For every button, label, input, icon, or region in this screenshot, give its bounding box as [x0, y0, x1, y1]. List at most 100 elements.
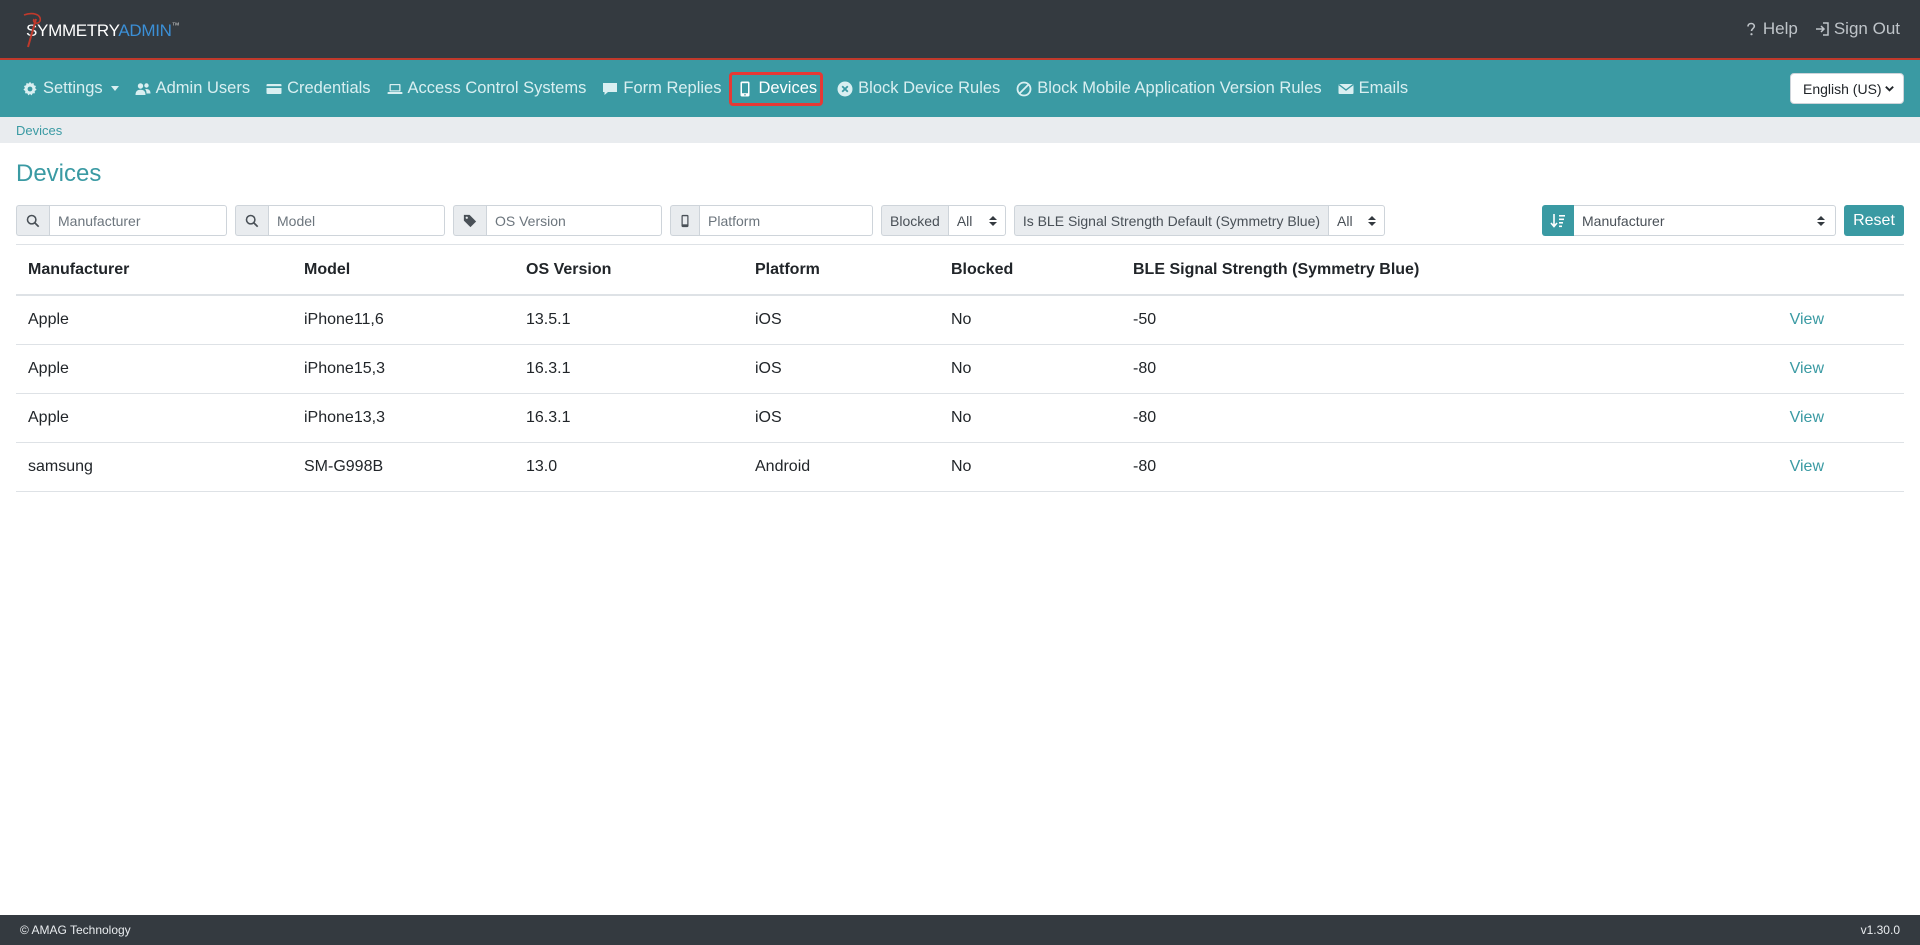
blocked-value: All — [956, 212, 973, 229]
view-link[interactable]: View — [1790, 409, 1824, 426]
nav-items: Settings Admin Users Credentials Access … — [22, 60, 1424, 117]
nav-label-block-device-rules: Block Device Rules — [858, 79, 1001, 97]
nav-item-admin-users[interactable]: Admin Users — [135, 72, 250, 106]
nav-label-access-control-systems: Access Control Systems — [407, 79, 587, 97]
view-link[interactable]: View — [1790, 360, 1824, 377]
nav-label-credentials: Credentials — [287, 79, 371, 97]
top-header: SYMMETRYADMIN™ Help Sign Out — [0, 0, 1920, 60]
model-search-addon — [235, 205, 268, 236]
cell-blocked: No — [939, 295, 1121, 345]
view-link[interactable]: View — [1790, 311, 1824, 328]
sign-out-label: Sign Out — [1833, 19, 1900, 38]
nav-item-form-replies[interactable]: Form Replies — [602, 72, 721, 106]
cell-platform: iOS — [743, 393, 939, 443]
footer-copyright: © AMAG Technology — [20, 923, 131, 937]
col-header-manufacturer[interactable]: Manufacturer — [16, 245, 292, 296]
nav-label-devices: Devices — [758, 79, 818, 97]
nav-label-emails: Emails — [1358, 79, 1409, 97]
nav-item-emails[interactable]: Emails — [1338, 72, 1409, 106]
table-row: Apple iPhone15,3 16.3.1 iOS No -80 View — [16, 344, 1904, 394]
nav-item-devices[interactable]: Devices — [729, 71, 824, 106]
cell-os-version: 13.5.1 — [514, 295, 743, 345]
platform-addon — [670, 205, 699, 236]
sort-direction-button[interactable] — [1542, 205, 1574, 236]
sort-field-select[interactable]: Manufacturer — [1574, 205, 1836, 236]
cell-ble-signal-strength: -80 — [1121, 393, 1764, 443]
tag-icon — [463, 214, 477, 227]
os-version-filter — [453, 205, 662, 236]
nav-item-access-control-systems[interactable]: Access Control Systems — [387, 72, 587, 106]
symmetry-admin-logo[interactable]: SYMMETRYADMIN™ — [20, 9, 180, 49]
ble-default-value: All — [1337, 212, 1353, 229]
envelope-icon — [1338, 83, 1354, 94]
cell-platform: Android — [743, 442, 939, 492]
sort-field-value: Manufacturer — [1582, 212, 1665, 229]
cell-ble-signal-strength: -80 — [1121, 442, 1764, 492]
logo-swoosh-icon — [23, 12, 42, 48]
cell-manufacturer: samsung — [16, 442, 292, 492]
blocked-select[interactable]: All — [947, 205, 1006, 236]
reset-button[interactable]: Reset — [1844, 205, 1904, 236]
blocked-label: Blocked — [881, 205, 948, 236]
model-input[interactable] — [268, 205, 445, 236]
phone-icon — [681, 214, 689, 227]
col-header-model[interactable]: Model — [292, 245, 514, 296]
sort-descending-icon — [1550, 213, 1565, 228]
help-link[interactable]: Help — [1743, 19, 1798, 39]
cell-blocked: No — [939, 344, 1121, 394]
cell-manufacturer: Apple — [16, 344, 292, 394]
breadcrumb-devices[interactable]: Devices — [16, 123, 62, 138]
top-links: Help Sign Out — [1743, 19, 1900, 39]
table-header-row: Manufacturer Model OS Version Platform B… — [16, 245, 1904, 296]
cell-model: iPhone15,3 — [292, 344, 514, 394]
language-value: English (US) — [1803, 80, 1882, 97]
cell-actions: View — [1764, 295, 1904, 345]
col-header-blocked[interactable]: Blocked — [939, 245, 1121, 296]
ble-default-select[interactable]: All — [1328, 205, 1386, 236]
filter-bar: Blocked All Is BLE Signal Strength Defau… — [16, 205, 1904, 236]
breadcrumb: Devices — [0, 117, 1920, 143]
platform-input[interactable] — [699, 205, 873, 236]
logo-tm: ™ — [171, 21, 180, 30]
sort-controls: Manufacturer Reset — [1542, 205, 1904, 236]
table-row: Apple iPhone13,3 16.3.1 iOS No -80 View — [16, 393, 1904, 443]
nav-label-settings: Settings — [43, 79, 103, 97]
nav-label-block-mobile-app-version-rules: Block Mobile Application Version Rules — [1037, 79, 1322, 97]
users-icon — [135, 82, 151, 95]
phone-icon — [740, 81, 750, 96]
cell-ble-signal-strength: -80 — [1121, 344, 1764, 394]
cell-model: iPhone11,6 — [292, 295, 514, 345]
manufacturer-search-addon — [16, 205, 49, 236]
cell-os-version: 16.3.1 — [514, 344, 743, 394]
cell-platform: iOS — [743, 295, 939, 345]
language-select[interactable]: English (US) — [1790, 73, 1904, 104]
nav-item-block-mobile-app-version-rules[interactable]: Block Mobile Application Version Rules — [1016, 72, 1322, 106]
manufacturer-input[interactable] — [49, 205, 227, 236]
nav-item-block-device-rules[interactable]: Block Device Rules — [837, 72, 1000, 106]
help-label: Help — [1762, 19, 1798, 38]
nav-label-form-replies: Form Replies — [623, 79, 722, 97]
col-header-platform[interactable]: Platform — [743, 245, 939, 296]
cell-blocked: No — [939, 442, 1121, 492]
question-icon — [1747, 22, 1755, 36]
col-header-ble-signal-strength[interactable]: BLE Signal Strength (Symmetry Blue) — [1121, 245, 1764, 296]
view-link[interactable]: View — [1790, 458, 1824, 475]
cell-actions: View — [1764, 344, 1904, 394]
os-version-input[interactable] — [486, 205, 662, 236]
ble-default-filter: Is BLE Signal Strength Default (Symmetry… — [1013, 205, 1386, 236]
ble-default-label: Is BLE Signal Strength Default (Symmetry… — [1013, 205, 1329, 236]
caret-down-icon — [110, 86, 119, 91]
main-content: Devices Blocked — [0, 160, 1920, 492]
nav-label-admin-users: Admin Users — [155, 79, 251, 97]
main-nav: Settings Admin Users Credentials Access … — [0, 60, 1920, 117]
nav-item-credentials[interactable]: Credentials — [266, 72, 371, 106]
cell-actions: View — [1764, 442, 1904, 492]
manufacturer-filter — [16, 205, 227, 236]
cell-os-version: 16.3.1 — [514, 393, 743, 443]
ban-icon — [1016, 81, 1032, 96]
sign-out-link[interactable]: Sign Out — [1814, 19, 1900, 39]
nav-item-settings[interactable]: Settings — [22, 72, 119, 106]
devices-table: Manufacturer Model OS Version Platform B… — [16, 245, 1904, 492]
os-version-addon — [453, 205, 486, 236]
col-header-os-version[interactable]: OS Version — [514, 245, 743, 296]
